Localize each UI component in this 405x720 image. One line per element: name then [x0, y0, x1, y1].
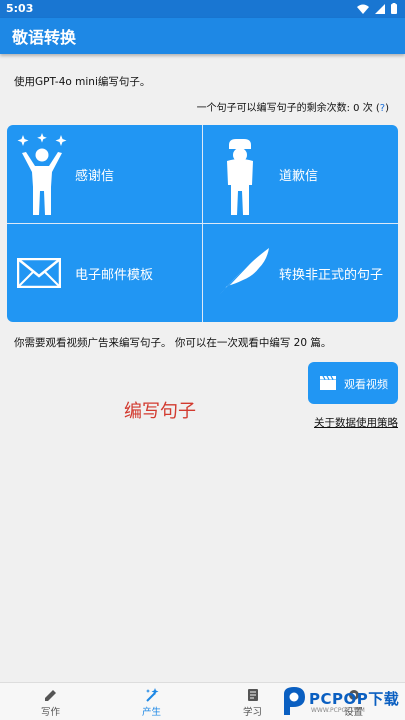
book-icon — [247, 689, 258, 701]
tile-label: 电子邮件模板 — [75, 268, 154, 283]
data-policy-link[interactable]: 关于数据使用策略 — [314, 415, 398, 430]
bowing-person-icon — [227, 139, 253, 215]
nav-item-generate[interactable]: 产生 — [101, 683, 202, 720]
remaining-label: 一个句子可以编写句子的剩余次数: 0 次 ( — [196, 103, 380, 114]
tile-label: 转换非正式的句子 — [279, 268, 384, 283]
clapperboard-icon — [320, 376, 336, 390]
nav-label: 学习 — [242, 707, 262, 718]
watch-video-label: 观看视频 — [344, 378, 388, 391]
watermark-subtext: WWW.PCPOP.COM — [311, 707, 365, 714]
tile-apology-letter[interactable]: 道歉信 — [203, 125, 398, 223]
tile-convert-informal[interactable]: 转换非正式的句子 — [203, 224, 398, 322]
write-sentence-heading: 编写句子 — [124, 401, 196, 422]
feather-icon — [214, 248, 269, 301]
battery-icon — [391, 3, 397, 14]
tile-thank-you-letter[interactable]: 感谢信 — [7, 125, 202, 223]
remaining-close: ) — [385, 103, 389, 114]
category-grid: 感谢信 道歉信 电子邮件模板 转换非正式的句子 — [7, 125, 398, 322]
tile-email-template[interactable]: 电子邮件模板 — [7, 224, 202, 322]
nav-item-write[interactable]: 写作 — [0, 683, 101, 720]
tile-label: 道歉信 — [279, 169, 319, 184]
status-icons — [357, 3, 397, 14]
signal-icon — [375, 3, 385, 14]
nav-label: 产生 — [141, 707, 161, 718]
tile-label: 感谢信 — [75, 169, 115, 184]
watermark-text: PCPOP下载 — [309, 690, 400, 708]
nav-label: 写作 — [40, 707, 60, 718]
model-info-text: 使用GPT-4o mini编写句子。 — [14, 76, 151, 88]
sparkle-wand-icon — [145, 688, 158, 702]
pcpop-logo-icon — [284, 687, 305, 715]
pencil-icon — [44, 690, 56, 701]
watermark-logo: PCPOP下载 WWW.PCPOP.COM — [281, 684, 405, 720]
wifi-icon — [357, 4, 369, 14]
status-bar: 5:03 — [0, 0, 405, 18]
remaining-count-text: 一个句子可以编写句子的剩余次数: 0 次 (?) — [197, 99, 389, 114]
app-bar: 敬语转换 — [0, 18, 405, 54]
watch-video-button[interactable]: 观看视频 — [308, 362, 398, 404]
status-time: 5:03 — [6, 2, 34, 15]
ad-notice-text: 你需要观看视频广告来编写句子。 你可以在一次观看中编写 20 篇。 — [14, 337, 332, 349]
envelope-icon — [17, 258, 61, 288]
page-title: 敬语转换 — [12, 28, 77, 47]
cheering-person-icon — [17, 133, 67, 215]
